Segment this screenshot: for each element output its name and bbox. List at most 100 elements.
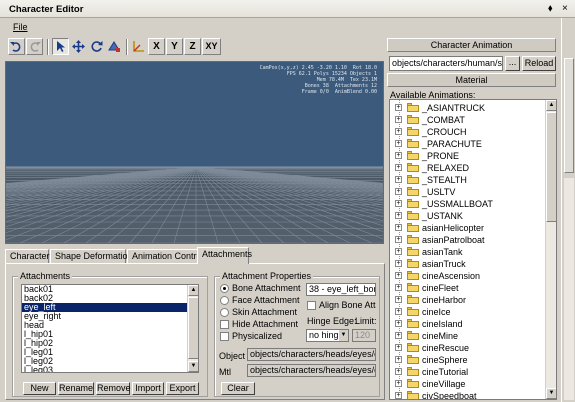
tree-item[interactable]: + cineRescue bbox=[390, 342, 540, 354]
align-bone-checkbox[interactable] bbox=[307, 301, 316, 310]
scroll-up-icon[interactable]: ▲ bbox=[546, 100, 556, 111]
tree-item[interactable]: + cineVillage bbox=[390, 378, 540, 390]
expand-plus-icon[interactable]: + bbox=[395, 308, 402, 315]
scroll-up-icon[interactable]: ▲ bbox=[188, 285, 198, 296]
list-item[interactable]: eye_right bbox=[22, 312, 188, 321]
attachments-list-scrollbar[interactable]: ▲ ▼ bbox=[187, 285, 198, 372]
pane-scroll-track[interactable] bbox=[564, 178, 574, 400]
rename-button[interactable]: Rename bbox=[58, 382, 94, 395]
tree-item[interactable]: + cineTutorial bbox=[390, 366, 540, 378]
expand-plus-icon[interactable]: + bbox=[395, 260, 402, 267]
axis-xy-button[interactable]: XY bbox=[202, 38, 221, 55]
undo-icon[interactable] bbox=[8, 38, 25, 55]
animations-tree-scrollbar[interactable]: ▲ ▼ bbox=[545, 100, 556, 399]
scroll-down-icon[interactable]: ▼ bbox=[188, 361, 198, 372]
animation-path-field[interactable]: objects/characters/human/story bbox=[389, 56, 503, 71]
tree-item[interactable]: + asianTank bbox=[390, 246, 540, 258]
tree-item[interactable]: + cineAscension bbox=[390, 270, 540, 282]
expand-plus-icon[interactable]: + bbox=[395, 368, 402, 375]
tab-attachments[interactable]: Attachments bbox=[197, 247, 252, 264]
expand-plus-icon[interactable]: + bbox=[395, 128, 402, 135]
tab-animation-control[interactable]: Animation Control bbox=[127, 249, 204, 263]
clear-button[interactable]: Clear bbox=[221, 382, 255, 395]
pin-icon[interactable]: ⬧ bbox=[548, 3, 553, 14]
axis-constraint-icon[interactable] bbox=[130, 38, 147, 55]
tree-item[interactable]: + _CROUCH bbox=[390, 126, 540, 138]
bone-attachment-radio[interactable] bbox=[220, 284, 229, 293]
expand-plus-icon[interactable]: + bbox=[395, 356, 402, 363]
chevron-down-icon[interactable]: ▼ bbox=[338, 330, 348, 341]
expand-plus-icon[interactable]: + bbox=[395, 176, 402, 183]
close-icon[interactable]: × bbox=[562, 3, 568, 14]
expand-plus-icon[interactable]: + bbox=[395, 104, 402, 111]
tree-item[interactable]: + asianTruck bbox=[390, 258, 540, 270]
expand-plus-icon[interactable]: + bbox=[395, 284, 402, 291]
tree-item[interactable]: + asianHelicopter bbox=[390, 222, 540, 234]
axis-z-button[interactable]: Z bbox=[184, 38, 201, 55]
tree-item[interactable]: + _RELAXED bbox=[390, 162, 540, 174]
tree-item[interactable]: + _PRONE bbox=[390, 150, 540, 162]
material-header[interactable]: Material bbox=[387, 73, 556, 87]
character-animation-header[interactable]: Character Animation bbox=[387, 38, 556, 52]
tree-item[interactable]: + _ASIANTRUCK bbox=[390, 102, 540, 114]
scroll-down-icon[interactable]: ▼ bbox=[546, 388, 556, 399]
tree-item[interactable]: + _USLTV bbox=[390, 186, 540, 198]
tree-item[interactable]: + cineSphere bbox=[390, 354, 540, 366]
select-arrow-icon[interactable] bbox=[52, 38, 69, 55]
tree-item[interactable]: + asianPatrolboat bbox=[390, 234, 540, 246]
axis-y-button[interactable]: Y bbox=[166, 38, 183, 55]
tree-item[interactable]: + _PARACHUTE bbox=[390, 138, 540, 150]
expand-plus-icon[interactable]: + bbox=[395, 296, 402, 303]
pane-scrollbar[interactable] bbox=[561, 18, 575, 402]
expand-plus-icon[interactable]: + bbox=[395, 236, 402, 243]
tree-item[interactable]: + cineIce bbox=[390, 306, 540, 318]
scroll-thumb[interactable] bbox=[188, 297, 198, 359]
expand-plus-icon[interactable]: + bbox=[395, 344, 402, 351]
skin-attachment-radio[interactable] bbox=[220, 308, 229, 317]
physicalized-checkbox[interactable] bbox=[220, 332, 229, 341]
expand-plus-icon[interactable]: + bbox=[395, 224, 402, 231]
face-attachment-radio[interactable] bbox=[220, 296, 229, 305]
hinge-edge-select[interactable]: no hinge ▼ bbox=[306, 329, 349, 342]
expand-plus-icon[interactable]: + bbox=[395, 212, 402, 219]
redo-icon[interactable] bbox=[26, 38, 43, 55]
remove-button[interactable]: Remove bbox=[96, 382, 131, 395]
expand-plus-icon[interactable]: + bbox=[395, 164, 402, 171]
bone-select[interactable]: 38 - eye_left_bone bbox=[306, 283, 376, 296]
export-button[interactable]: Export bbox=[166, 382, 199, 395]
animations-tree[interactable]: + _ASIANTRUCK + _COMBAT + _CROUCH + _PARACHUTE +… bbox=[389, 99, 557, 400]
expand-plus-icon[interactable]: + bbox=[395, 248, 402, 255]
menu-file[interactable]: File bbox=[13, 22, 28, 32]
tab-character[interactable]: Character bbox=[5, 249, 50, 263]
expand-plus-icon[interactable]: + bbox=[395, 332, 402, 339]
reload-button[interactable]: Reload bbox=[522, 56, 556, 71]
scroll-thumb[interactable] bbox=[546, 112, 556, 222]
expand-plus-icon[interactable]: + bbox=[395, 140, 402, 147]
expand-plus-icon[interactable]: + bbox=[395, 392, 402, 399]
tree-item[interactable]: + cineFleet bbox=[390, 282, 540, 294]
pane-scroll-thumb[interactable] bbox=[564, 58, 574, 173]
tree-item[interactable]: + _COMBAT bbox=[390, 114, 540, 126]
scale-icon[interactable] bbox=[106, 38, 123, 55]
3d-viewport[interactable]: CamPos(x,y,z) 2.45 -3.20 1.10 Rot 18.0 F… bbox=[5, 61, 384, 244]
list-item[interactable]: l_leg03 bbox=[22, 366, 188, 373]
move-icon[interactable] bbox=[70, 38, 87, 55]
axis-x-button[interactable]: X bbox=[148, 38, 165, 55]
tree-item[interactable]: + cineMine bbox=[390, 330, 540, 342]
tree-item[interactable]: + civSpeedboat bbox=[390, 390, 540, 399]
tree-item[interactable]: + cineIsland bbox=[390, 318, 540, 330]
tree-item[interactable]: + _USSMALLBOAT bbox=[390, 198, 540, 210]
mtl-path-field[interactable]: objects/characters/heads/eyes/eye_left.m… bbox=[247, 364, 376, 377]
expand-plus-icon[interactable]: + bbox=[395, 200, 402, 207]
tab-shape-deformation[interactable]: Shape Deformation bbox=[50, 249, 133, 263]
import-button[interactable]: Import bbox=[132, 382, 164, 395]
tree-item[interactable]: + _USTANK bbox=[390, 210, 540, 222]
expand-plus-icon[interactable]: + bbox=[395, 272, 402, 279]
attachments-list[interactable]: back01 back02 eye_left eye_right head l_… bbox=[21, 284, 199, 373]
expand-plus-icon[interactable]: + bbox=[395, 152, 402, 159]
object-path-field[interactable]: objects/characters/heads/eyes/eye_left.c… bbox=[247, 348, 376, 361]
expand-plus-icon[interactable]: + bbox=[395, 380, 402, 387]
tree-item[interactable]: + _STEALTH bbox=[390, 174, 540, 186]
browse-button[interactable]: ... bbox=[505, 56, 520, 71]
hide-attachment-checkbox[interactable] bbox=[220, 320, 229, 329]
